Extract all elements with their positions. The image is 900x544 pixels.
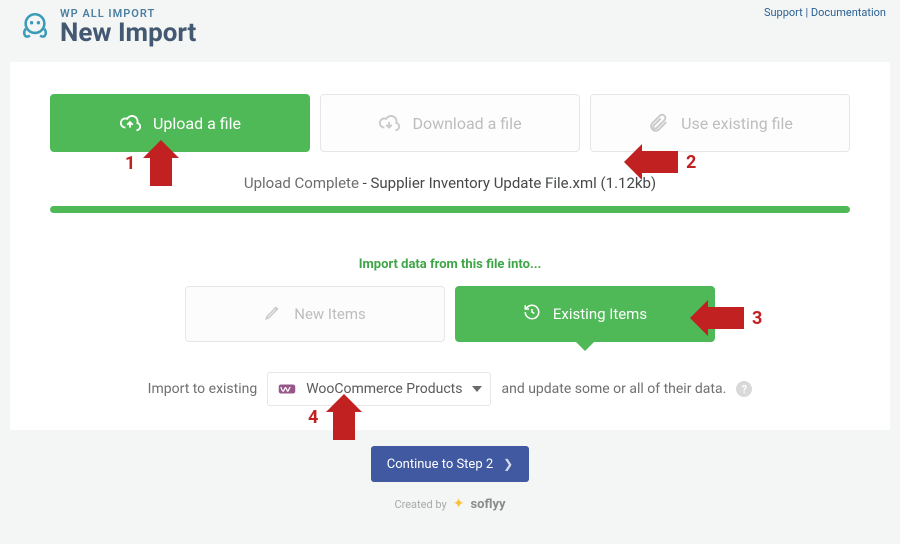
import-to-prefix: Import to existing — [148, 381, 258, 397]
existing-items-label: Existing Items — [553, 305, 647, 323]
upload-progress-bar — [50, 206, 850, 213]
help-icon[interactable]: ? — [736, 381, 752, 397]
continue-label: Continue to Step 2 — [387, 457, 493, 472]
octopus-logo-icon — [18, 8, 52, 44]
chevron-down-icon — [472, 386, 482, 392]
download-file-button[interactable]: Download a file — [320, 94, 580, 152]
use-existing-file-label: Use existing file — [681, 114, 793, 133]
new-items-label: New Items — [294, 305, 365, 323]
attachment-icon — [647, 112, 669, 134]
import-panel: Upload a file Download a file Use existi… — [10, 62, 890, 430]
brand-name[interactable]: soflyy — [470, 497, 505, 512]
cloud-upload-icon — [119, 112, 141, 134]
page-title: New Import — [60, 20, 196, 47]
leaf-icon: ✦ — [453, 496, 465, 512]
history-icon — [523, 303, 541, 325]
cloud-download-icon — [378, 112, 400, 134]
import-mode-row: New Items Existing Items — [50, 286, 850, 342]
section-heading: Import data from this file into... — [50, 257, 850, 272]
source-options-row: Upload a file Download a file Use existi… — [50, 94, 850, 152]
import-to-row: Import to existing WooCommerce Products … — [50, 372, 850, 406]
woocommerce-icon — [278, 380, 296, 398]
support-link[interactable]: Support — [764, 6, 803, 19]
pencil-icon — [264, 303, 282, 325]
new-items-button[interactable]: New Items — [185, 286, 445, 342]
page-header: WP ALL IMPORT New Import Support | Docum… — [0, 0, 900, 54]
post-type-select[interactable]: WooCommerce Products — [267, 372, 491, 406]
upload-file-button[interactable]: Upload a file — [50, 94, 310, 152]
credit-line: Created by ✦ soflyy — [0, 496, 900, 512]
use-existing-file-button[interactable]: Use existing file — [590, 94, 850, 152]
post-type-selected: WooCommerce Products — [306, 381, 462, 397]
download-file-label: Download a file — [412, 114, 521, 133]
upload-file-label: Upload a file — [153, 114, 241, 133]
header-links: Support | Documentation — [764, 6, 886, 19]
documentation-link[interactable]: Documentation — [811, 6, 886, 19]
upload-status: Upload Complete - Supplier Inventory Upd… — [50, 174, 850, 192]
existing-items-button[interactable]: Existing Items — [455, 286, 715, 342]
upload-status-lead: Upload Complete — [244, 174, 359, 192]
import-to-suffix: and update some or all of their data. — [501, 381, 726, 397]
continue-button[interactable]: Continue to Step 2 ❯ — [371, 446, 529, 482]
chevron-right-icon: ❯ — [503, 457, 513, 471]
upload-status-file: Supplier Inventory Update File.xml (1.12… — [371, 174, 657, 192]
